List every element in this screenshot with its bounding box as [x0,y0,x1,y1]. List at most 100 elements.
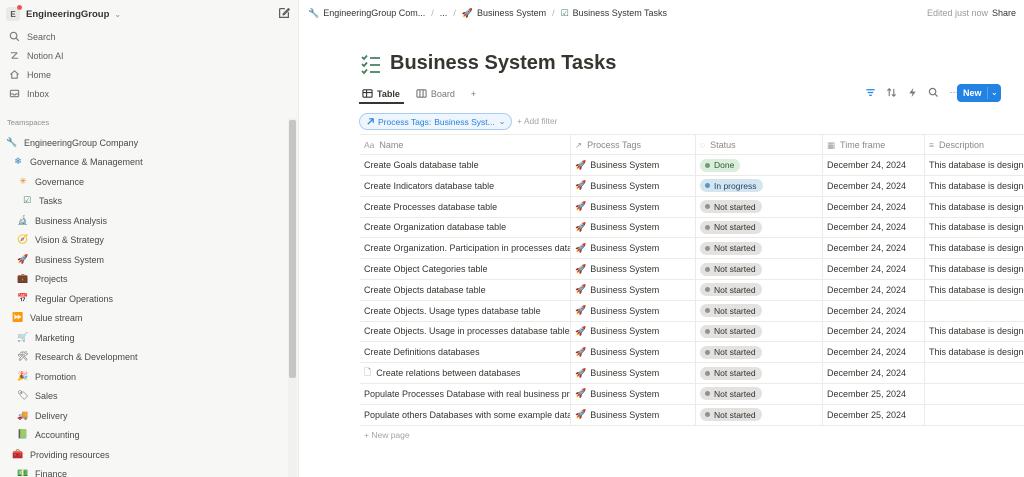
cell-status[interactable]: Not started [696,383,823,404]
cell-name[interactable]: Create Organization. Participation in pr… [360,238,571,259]
table-row[interactable]: Create Objects database table 🚀 Business S… [360,279,1024,301]
column-header-name[interactable]: Aa Name [360,135,571,155]
cell-description[interactable]: This database is designed [925,217,1024,237]
cell-time-frame[interactable]: December 24, 2024 [823,175,925,196]
cell-status[interactable]: Not started [696,196,823,217]
cell-name[interactable]: Create Goals database table [360,155,571,175]
table-row[interactable]: Create Definitions databases 🚀 Business Sy… [360,342,1024,364]
cell-time-frame[interactable]: December 25, 2024 [823,404,925,425]
filter-icon[interactable] [864,86,876,98]
cell-process-tags[interactable]: 🚀 Business System [571,217,696,238]
page-title[interactable]: Business System Tasks [360,52,616,75]
cell-time-frame[interactable]: December 24, 2024 [823,300,925,321]
table-row[interactable]: Populate others Databases with some exam… [360,404,1024,426]
cell-process-tags[interactable]: 🚀 Business System [571,259,696,279]
cell-name[interactable]: Create Objects. Usage types database tab… [360,300,571,321]
cell-process-tags[interactable]: 🚀 Business System [571,196,696,217]
cell-name[interactable]: Create Objects. Usage in processes datab… [360,321,571,342]
workspace-switcher[interactable]: E EngineeringGroup ⌄ [6,5,121,23]
table-row[interactable]: Create Object Categories table 🚀 Business … [360,259,1024,280]
sidebar-item-regular-operations[interactable]: 📅 Regular Operations [17,289,298,308]
cell-status[interactable]: In progress [696,175,823,196]
sidebar-item-sales[interactable]: 🏷 Sales [17,386,298,405]
cell-time-frame[interactable]: December 24, 2024 [823,217,925,238]
column-header-process-tags[interactable]: ↗ Process Tags [571,135,696,155]
tab-table[interactable]: Table [360,85,402,102]
filter-pill-process-tags[interactable]: Process Tags: Business Syst... ⌄ [359,113,513,130]
cell-description[interactable] [925,301,1024,321]
cell-time-frame[interactable]: December 24, 2024 [823,259,925,279]
table-row[interactable]: Populate Processes Database with real bu… [360,383,1024,405]
cell-description[interactable] [925,384,1024,404]
new-button[interactable]: New ⌄ [957,84,1001,102]
checklist-icon[interactable] [360,53,382,75]
cell-name[interactable]: Create Objects database table [360,279,571,300]
sidebar-item-research-development[interactable]: 🛠 Research & Development [17,347,298,366]
sidebar-item-projects[interactable]: 💼 Projects [17,269,298,288]
cell-name[interactable]: Populate Processes Database with real bu… [360,383,571,404]
cell-process-tags[interactable]: 🚀 Business System [571,383,696,404]
cell-process-tags[interactable]: 🚀 Business System [571,175,696,196]
sidebar-scrollbar[interactable] [288,118,297,477]
sidebar-item-marketing[interactable]: 🛒 Marketing [17,328,298,347]
cell-time-frame[interactable]: December 25, 2024 [823,383,925,404]
cell-name[interactable]: Create Organization database table [360,217,571,238]
tab-board[interactable]: Board [414,85,457,102]
sidebar-item-home[interactable]: Home [0,65,298,84]
cell-status[interactable]: Not started [696,363,823,383]
cell-time-frame[interactable]: December 24, 2024 [823,342,925,363]
cell-status[interactable]: Not started [696,238,823,259]
breadcrumb-item[interactable]: ... [440,8,448,18]
chevron-down-icon[interactable]: ⌄ [991,88,998,97]
cell-process-tags[interactable]: 🚀 Business System [571,342,696,363]
cell-description[interactable]: This database is designed [925,238,1024,258]
cell-process-tags[interactable]: 🚀 Business System [571,238,696,259]
cell-status[interactable]: Not started [696,321,823,342]
cell-name[interactable]: Populate others Databases with some exam… [360,404,571,425]
cell-description[interactable]: This database is designed [925,280,1024,300]
cell-time-frame[interactable]: December 24, 2024 [823,238,925,259]
table-row[interactable]: Create Goals database table 🚀 Business Sys… [360,155,1024,176]
cell-description[interactable]: This database is designed [925,321,1024,341]
sidebar-item-delivery[interactable]: 🚚 Delivery [17,406,298,425]
sidebar-item-vision-strategy[interactable]: 🧭 Vision & Strategy [17,230,298,249]
cell-status[interactable]: Not started [696,279,823,300]
cell-name[interactable]: 🗋 Create relations between databases [360,363,571,383]
table-row[interactable]: Create Processes database table 🚀 Business… [360,196,1024,218]
breadcrumb-item[interactable]: 🔧 EngineeringGroup Com... [308,8,425,19]
sidebar-item-accounting[interactable]: 📗 Accounting [17,425,298,444]
breadcrumb-item[interactable]: 🚀 Business System [462,8,546,19]
cell-time-frame[interactable]: December 24, 2024 [823,279,925,300]
cell-status[interactable]: Not started [696,404,823,425]
sidebar-item-tasks[interactable]: ☑ Tasks [21,191,298,210]
cell-process-tags[interactable]: 🚀 Business System [571,279,696,300]
cell-status[interactable]: Done [696,155,823,175]
table-row[interactable]: 🗋 Create relations between databases 🚀 Busi… [360,363,1024,384]
sidebar-item-value-stream[interactable]: ⏩ Value stream [12,308,297,327]
cell-process-tags[interactable]: 🚀 Business System [571,363,696,383]
cell-description[interactable] [925,405,1024,425]
new-page-button[interactable]: + New page [364,430,410,440]
cell-process-tags[interactable]: 🚀 Business System [571,404,696,425]
sidebar-item-promotion[interactable]: 🎉 Promotion [17,367,298,386]
sidebar-item-governance[interactable]: ✳ Governance [17,172,298,191]
cell-status[interactable]: Not started [696,300,823,321]
table-row[interactable]: Create Objects. Usage in processes datab… [360,321,1024,343]
cell-status[interactable]: Not started [696,259,823,279]
sidebar-item-business-analysis[interactable]: 🔬 Business Analysis [17,211,298,230]
cell-time-frame[interactable]: December 24, 2024 [823,196,925,217]
cell-name[interactable]: Create Processes database table [360,196,571,217]
table-row[interactable]: Create Organization. Participation in pr… [360,238,1024,260]
cell-time-frame[interactable]: December 24, 2024 [823,155,925,175]
sidebar-item-search[interactable]: Search [0,27,298,46]
cell-name[interactable]: Create Definitions databases [360,342,571,363]
cell-name[interactable]: Create Indicators database table [360,175,571,196]
sidebar-item-inbox[interactable]: Inbox [0,84,298,103]
cell-process-tags[interactable]: 🚀 Business System [571,155,696,175]
cell-process-tags[interactable]: 🚀 Business System [571,321,696,342]
search-icon[interactable] [927,86,939,98]
add-filter-button[interactable]: + Add filter [517,116,557,126]
cell-process-tags[interactable]: 🚀 Business System [571,300,696,321]
cell-description[interactable]: This database is designed [925,155,1024,175]
cell-time-frame[interactable]: December 24, 2024 [823,363,925,383]
